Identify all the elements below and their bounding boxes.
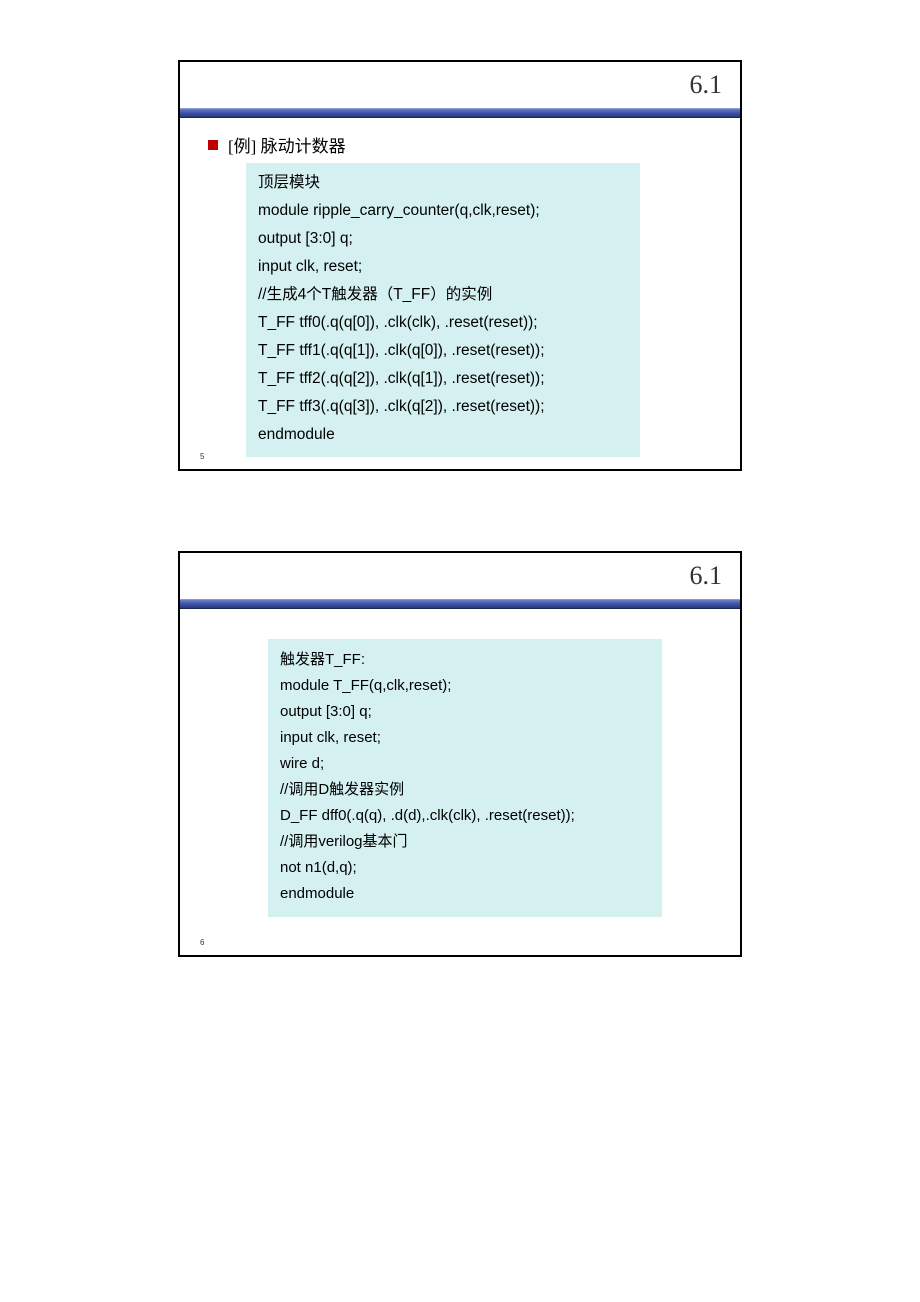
code-line: input clk, reset;: [258, 253, 628, 281]
slide-1: 6.1 [例] 脉动计数器 顶层模块 module ripple_carry_c…: [178, 60, 742, 471]
slide-header: 6.1: [180, 62, 740, 108]
divider-bar: [180, 108, 740, 118]
code-line: 触发器T_FF:: [280, 647, 650, 673]
section-number: 6.1: [690, 70, 723, 100]
bullet-text: [例] 脉动计数器: [228, 132, 346, 157]
code-line: T_FF tff2(.q(q[2]), .clk(q[1]), .reset(r…: [258, 365, 628, 393]
code-block: 触发器T_FF: module T_FF(q,clk,reset); outpu…: [268, 639, 662, 917]
code-block: 顶层模块 module ripple_carry_counter(q,clk,r…: [246, 163, 640, 457]
code-line: output [3:0] q;: [280, 699, 650, 725]
slide-header: 6.1: [180, 553, 740, 599]
code-line: T_FF tff3(.q(q[3]), .clk(q[2]), .reset(r…: [258, 393, 628, 421]
bullet-icon: [208, 140, 218, 150]
code-line: T_FF tff0(.q(q[0]), .clk(clk), .reset(re…: [258, 309, 628, 337]
slide-body: 触发器T_FF: module T_FF(q,clk,reset); outpu…: [180, 609, 740, 955]
code-line: input clk, reset;: [280, 725, 650, 751]
bullet-row: [例] 脉动计数器: [208, 132, 720, 157]
divider-bar: [180, 599, 740, 609]
code-line: module ripple_carry_counter(q,clk,reset)…: [258, 197, 628, 225]
section-number: 6.1: [690, 561, 723, 591]
code-line: //调用D触发器实例: [280, 777, 650, 803]
code-line: T_FF tff1(.q(q[1]), .clk(q[0]), .reset(r…: [258, 337, 628, 365]
code-line: endmodule: [280, 881, 650, 907]
code-line: not n1(d,q);: [280, 855, 650, 881]
code-line: //生成4个T触发器（T_FF）的实例: [258, 281, 628, 309]
document-page: 6.1 [例] 脉动计数器 顶层模块 module ripple_carry_c…: [0, 0, 920, 1077]
slide-body: [例] 脉动计数器 顶层模块 module ripple_carry_count…: [180, 118, 740, 469]
code-line: wire d;: [280, 751, 650, 777]
code-line: module T_FF(q,clk,reset);: [280, 673, 650, 699]
slide-2: 6.1 触发器T_FF: module T_FF(q,clk,reset); o…: [178, 551, 742, 957]
code-line: output [3:0] q;: [258, 225, 628, 253]
code-line: D_FF dff0(.q(q), .d(d),.clk(clk), .reset…: [280, 803, 650, 829]
code-line: endmodule: [258, 421, 628, 449]
code-line: //调用verilog基本门: [280, 829, 650, 855]
code-line: 顶层模块: [258, 169, 628, 197]
slide-page-number: 6: [200, 938, 204, 947]
slide-page-number: 5: [200, 452, 204, 461]
